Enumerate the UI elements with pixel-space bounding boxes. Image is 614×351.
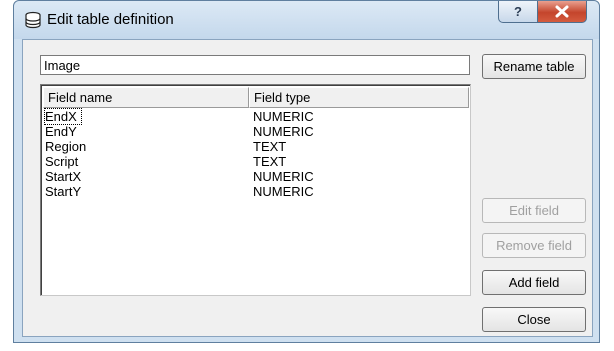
fields-list[interactable]: Field name Field type EndX NUMERIC EndY … <box>40 84 471 296</box>
table-name-input[interactable] <box>40 55 470 75</box>
dialog-body: Rename table Field name Field type EndX … <box>22 39 593 337</box>
field-type: TEXT <box>253 139 287 154</box>
window-title: Edit table definition <box>47 11 174 28</box>
field-name: EndX <box>44 108 82 125</box>
field-name: Script <box>45 154 79 169</box>
title-bar[interactable]: Edit table definition ? <box>14 1 599 39</box>
field-name: Region <box>45 139 87 154</box>
field-type: NUMERIC <box>253 109 314 124</box>
help-icon: ? <box>514 4 522 19</box>
list-item[interactable]: EndY NUMERIC <box>43 124 468 139</box>
close-button[interactable]: Close <box>482 307 586 332</box>
list-item[interactable]: EndX NUMERIC <box>43 108 468 125</box>
list-body: EndX NUMERIC EndY NUMERIC Region TEXT Sc… <box>43 108 468 199</box>
remove-field-button[interactable]: Remove field <box>482 233 586 258</box>
database-icon <box>24 11 42 29</box>
field-type: NUMERIC <box>253 124 314 139</box>
close-window-button[interactable] <box>537 1 587 23</box>
list-item[interactable]: StartY NUMERIC <box>43 184 468 199</box>
list-header: Field name Field type <box>43 87 469 108</box>
list-item[interactable]: Script TEXT <box>43 154 468 169</box>
close-icon <box>555 5 569 18</box>
field-name: StartX <box>45 169 82 184</box>
svg-text:?: ? <box>514 4 522 19</box>
field-type: NUMERIC <box>253 169 314 184</box>
column-header-field-name[interactable]: Field name <box>43 87 249 108</box>
field-type: NUMERIC <box>253 184 314 199</box>
field-type: TEXT <box>253 154 287 169</box>
edit-field-button[interactable]: Edit field <box>482 198 586 223</box>
list-item[interactable]: Region TEXT <box>43 139 468 154</box>
list-item[interactable]: StartX NUMERIC <box>43 169 468 184</box>
column-header-field-type[interactable]: Field type <box>249 87 469 108</box>
dialog-window: Edit table definition ? Rename table Fie… <box>13 0 600 343</box>
field-name: EndY <box>45 124 77 139</box>
add-field-button[interactable]: Add field <box>482 270 586 295</box>
rename-table-button[interactable]: Rename table <box>482 54 586 79</box>
field-name: StartY <box>45 184 82 199</box>
help-button[interactable]: ? <box>498 1 538 23</box>
